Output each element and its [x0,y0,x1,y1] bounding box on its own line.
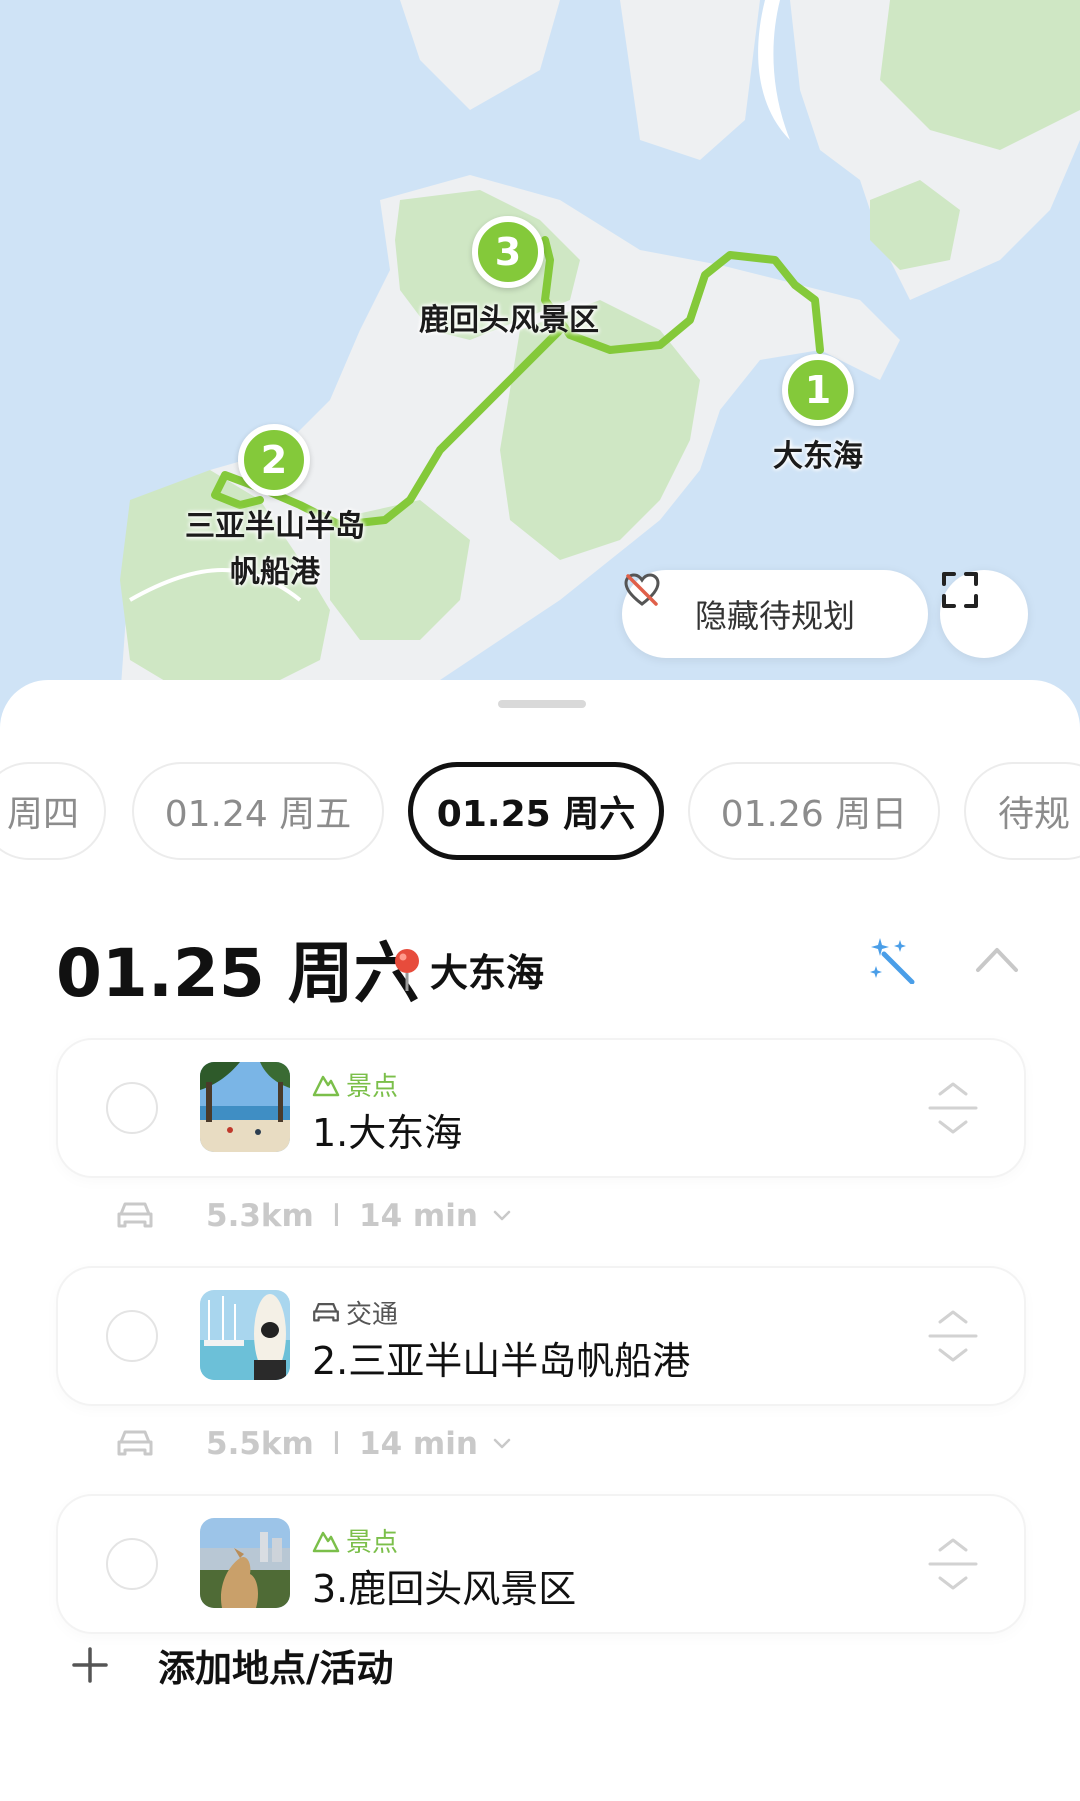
stop-thumbnail-sailing-port [200,1290,290,1380]
tab-label: 01.24 周五 [164,794,352,835]
pin-number: 3 [494,230,522,274]
route-distance: 5.3km [206,1198,314,1234]
stop-checkbox[interactable] [106,1082,158,1134]
map-label-line: 帆船港 [230,555,320,590]
route-duration: 14 min [359,1426,478,1462]
stop-card[interactable]: 景点 1.大东海 [58,1040,1024,1176]
day-title: 01.25 周六 [56,935,420,1012]
stop-name: 3.鹿回头风景区 [312,1567,577,1611]
map-pin-2[interactable]: 2 [238,424,310,496]
fullscreen-button[interactable] [940,570,1028,658]
day-location-name: 大东海 [430,951,545,995]
map-label-line: 三亚半山半岛 [185,509,365,544]
plus-icon [72,1647,108,1683]
stop-category: 景点 [312,1522,398,1559]
pin-number: 1 [804,368,832,412]
route-duration: 14 min [359,1198,478,1234]
route-segment[interactable]: 5.3km I 14 min [116,1194,512,1238]
stop-category-label: 交通 [346,1300,399,1330]
car-icon [313,1302,339,1321]
stop-category-label: 景点 [346,1072,399,1102]
mountain-icon [312,1531,340,1552]
chevron-up-icon[interactable] [974,944,1020,974]
reorder-icon[interactable] [928,1308,978,1364]
day-location: 大东海 [392,942,544,997]
tab-label: 01.26 周日 [720,794,908,835]
itinerary-sheet: 周四 01.24 周五 01.25 周六 01.26 周日 待规 01.25 周… [0,680,1080,1801]
location-pin-icon [395,948,419,991]
chevron-down-icon [493,1438,511,1449]
add-place-button[interactable]: 添加地点/活动 [70,1638,394,1692]
pin-number: 2 [260,438,288,482]
magic-wand-icon[interactable] [870,936,918,984]
map-canvas [120,0,1080,740]
date-tab-0126[interactable]: 01.26 周日 [688,762,940,860]
stop-category: 交通 [312,1294,398,1331]
map-label-dadonghai: 大东海 [773,439,863,474]
route-separator: I [331,1198,341,1234]
route-distance: 5.5km [206,1426,314,1462]
stop-thumbnail-beach [200,1062,290,1152]
hide-unplanned-label: 隐藏待规划 [694,597,855,635]
reorder-icon[interactable] [928,1536,978,1592]
map-label-sailing-port: 三亚半山半岛 帆船港 [164,504,386,596]
map-view[interactable]: 1 大东海 2 三亚半山半岛 帆船港 3 鹿回头风景区 隐藏待规划 [0,0,1080,760]
tab-label: 待规 [998,794,1071,835]
stop-card[interactable]: 交通 2.三亚半山半岛帆船港 [58,1268,1024,1404]
stop-card[interactable]: 景点 3.鹿回头风景区 [58,1496,1024,1632]
map-pin-1[interactable]: 1 [782,354,854,426]
sheet-drag-handle[interactable] [498,700,586,708]
date-tab-0125[interactable]: 01.25 周六 [408,762,664,860]
map-pin-3[interactable]: 3 [472,216,544,288]
reorder-icon[interactable] [928,1080,978,1136]
tab-label: 周四 [6,794,79,835]
hide-unplanned-button[interactable]: 隐藏待规划 [622,570,928,658]
route-segment[interactable]: 5.5km I 14 min [116,1422,512,1466]
tab-label: 01.25 周六 [436,794,636,835]
stop-name: 1.大东海 [312,1111,463,1155]
stop-checkbox[interactable] [106,1310,158,1362]
car-icon [117,1430,153,1456]
date-tab-0124[interactable]: 01.24 周五 [132,762,384,860]
stop-category-label: 景点 [346,1528,399,1558]
chevron-down-icon [493,1210,511,1221]
fullscreen-icon [942,572,978,608]
date-tab-thursday[interactable]: 周四 [0,762,106,860]
add-place-label: 添加地点/活动 [158,1647,394,1690]
stop-name: 2.三亚半山半岛帆船港 [312,1339,691,1383]
map-label-luhuitou: 鹿回头风景区 [419,303,599,338]
stop-category: 景点 [312,1066,398,1103]
car-icon [117,1202,153,1228]
mountain-icon [312,1075,340,1096]
heart-off-icon [624,573,660,606]
date-tab-unplanned[interactable]: 待规 [964,762,1080,860]
stop-thumbnail-luhuitou [200,1518,290,1608]
stop-checkbox[interactable] [106,1538,158,1590]
route-separator: I [331,1426,341,1462]
